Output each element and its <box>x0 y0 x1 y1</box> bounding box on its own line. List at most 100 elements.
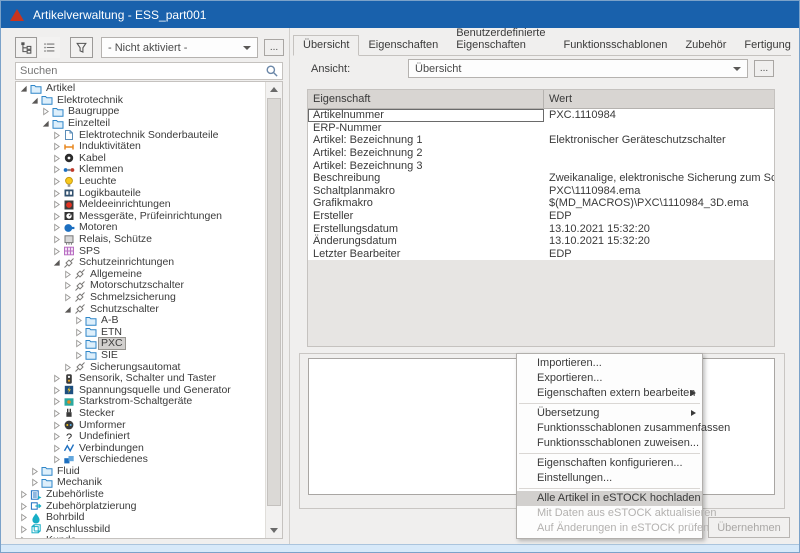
scroll-down-icon[interactable] <box>266 523 282 538</box>
tree-item-motorschutzschalter[interactable]: Motorschutzschalter <box>16 280 265 292</box>
expand-icon[interactable] <box>51 408 62 419</box>
tree-item-zubehörplatzierung[interactable]: Zubehörplatzierung <box>16 500 265 512</box>
table-row[interactable]: Letzter BearbeiterEDP <box>308 248 774 261</box>
expand-icon[interactable] <box>51 443 62 454</box>
property-name-cell[interactable]: Artikel: Bezeichnung 2 <box>308 147 544 160</box>
expand-icon[interactable] <box>51 373 62 384</box>
tree-item-elektrotechnik-sonderbauteile[interactable]: Elektrotechnik Sonderbauteile <box>16 129 265 141</box>
expand-icon[interactable] <box>62 362 73 373</box>
tree-item-undefiniert[interactable]: ?Undefiniert <box>16 431 265 443</box>
tree-item-mechanik[interactable]: Mechanik <box>16 477 265 489</box>
menu-item-eigenschaften-extern-bearbeiten[interactable]: Eigenschaften extern bearbeiten <box>517 386 702 401</box>
tree-item-kunde[interactable]: Kunde <box>16 535 265 538</box>
menu-item-funktionsschablonen-zuweisen[interactable]: Funktionsschablonen zuweisen... <box>517 436 702 451</box>
property-value-cell[interactable]: $(MD_MACROS)\PXC\1110984_3D.ema <box>544 197 774 209</box>
tree-item-sie[interactable]: SIE <box>16 350 265 362</box>
collapse-icon[interactable] <box>51 257 62 268</box>
tree-item-messgeräte-prüfeinrichtungen[interactable]: Messgeräte, Prüfeinrichtungen <box>16 211 265 223</box>
expand-icon[interactable] <box>51 396 62 407</box>
expand-icon[interactable] <box>51 188 62 199</box>
tree-item-stecker[interactable]: Stecker <box>16 408 265 420</box>
collapse-icon[interactable] <box>62 304 73 315</box>
tree-item-relais-schütze[interactable]: Relais, Schütze <box>16 234 265 246</box>
tree-item-sicherungsautomat[interactable]: Sicherungsautomat <box>16 361 265 373</box>
expand-icon[interactable] <box>51 385 62 396</box>
tree-item-anschlussbild[interactable]: Anschlussbild <box>16 524 265 536</box>
expand-icon[interactable] <box>51 234 62 245</box>
tree-view-button[interactable] <box>15 37 37 58</box>
tree-item-logikbauteile[interactable]: Logikbauteile <box>16 187 265 199</box>
property-name-cell[interactable]: Artikelnummer <box>308 109 544 122</box>
tab-eigenschaften[interactable]: Eigenschaften <box>359 36 447 55</box>
tree-item-klemmen[interactable]: Klemmen <box>16 164 265 176</box>
tree-item-motoren[interactable]: Motoren <box>16 222 265 234</box>
tree-scrollbar[interactable] <box>265 82 282 538</box>
property-name-cell[interactable]: Ersteller <box>308 210 544 223</box>
property-name-cell[interactable]: Schaltplanmakro <box>308 185 544 198</box>
expand-icon[interactable] <box>62 269 73 280</box>
expand-icon[interactable] <box>51 130 62 141</box>
tree-item-sps[interactable]: SPS <box>16 245 265 257</box>
filter-scheme-dropdown[interactable]: - Nicht aktiviert - <box>101 37 258 58</box>
expand-icon[interactable] <box>73 327 84 338</box>
view-dropdown[interactable]: Übersicht <box>408 59 748 78</box>
property-value-cell[interactable]: EDP <box>544 248 774 260</box>
table-row[interactable]: SchaltplanmakroPXC\1110984.ema <box>308 185 774 198</box>
expand-icon[interactable] <box>51 153 62 164</box>
menu-item-alle-artikel-in-estock-hochladen[interactable]: Alle Artikel in eSTOCK hochladen <box>517 491 702 506</box>
tree-item-pxc[interactable]: PXC <box>16 338 265 350</box>
menu-item-übersetzung[interactable]: Übersetzung <box>517 406 702 421</box>
property-name-cell[interactable]: Grafikmakro <box>308 197 544 210</box>
search-input[interactable] <box>16 65 265 77</box>
tree-item-bohrbild[interactable]: Bohrbild <box>16 512 265 524</box>
expand-icon[interactable] <box>51 246 62 257</box>
expand-icon[interactable] <box>29 466 40 477</box>
tab-funktionsschablonen[interactable]: Funktionsschablonen <box>554 36 676 55</box>
menu-item-einstellungen[interactable]: Einstellungen... <box>517 471 702 486</box>
scrollbar-thumb[interactable] <box>267 98 281 506</box>
tree-item-spannungsquelle-und-generator[interactable]: Spannungsquelle und Generator <box>16 384 265 396</box>
tab-zubehör[interactable]: Zubehör <box>676 36 735 55</box>
tab-fertigung[interactable]: Fertigung <box>735 36 799 55</box>
panel-splitter[interactable] <box>289 28 290 545</box>
tree-item-einzelteil[interactable]: Einzelteil <box>16 118 265 130</box>
property-value-cell[interactable]: PXC.1110984 <box>544 109 774 121</box>
search-icon[interactable] <box>265 64 279 78</box>
expand-icon[interactable] <box>51 141 62 152</box>
table-row[interactable]: Artikel: Bezeichnung 2 <box>308 147 774 160</box>
table-row[interactable]: BeschreibungZweikanalige, elektronische … <box>308 172 774 185</box>
tree-item-sensorik-schalter-und-taster[interactable]: Sensorik, Schalter und Taster <box>16 373 265 385</box>
expand-icon[interactable] <box>29 477 40 488</box>
tree-item-allgemeine[interactable]: Allgemeine <box>16 269 265 281</box>
expand-icon[interactable] <box>51 420 62 431</box>
expand-icon[interactable] <box>51 222 62 233</box>
list-view-button[interactable] <box>38 37 60 58</box>
apply-button[interactable]: Übernehmen <box>708 517 790 538</box>
tree-item-artikel[interactable]: Artikel <box>16 83 265 95</box>
collapse-icon[interactable] <box>18 83 29 94</box>
tree-item-zubehörliste[interactable]: Zubehörliste <box>16 489 265 501</box>
expand-icon[interactable] <box>51 454 62 465</box>
column-header-eigenschaft[interactable]: Eigenschaft <box>308 90 544 108</box>
tab-benutzerdefinierte-eigenschaften[interactable]: Benutzerdefinierte Eigenschaften <box>447 24 554 55</box>
expand-icon[interactable] <box>62 280 73 291</box>
property-name-cell[interactable]: Erstellungsdatum <box>308 222 544 235</box>
expand-icon[interactable] <box>51 164 62 175</box>
menu-item-funktionsschablonen-zusammenfassen[interactable]: Funktionsschablonen zusammenfassen <box>517 421 702 436</box>
expand-icon[interactable] <box>73 350 84 361</box>
collapse-icon[interactable] <box>40 118 51 129</box>
tree-item-starkstrom-schaltgeräte[interactable]: Starkstrom-Schaltgeräte <box>16 396 265 408</box>
tree-item-a-b[interactable]: A-B <box>16 315 265 327</box>
table-row[interactable]: ERP-Nummer <box>308 122 774 135</box>
expand-icon[interactable] <box>18 535 29 538</box>
tree-item-schmelzsicherung[interactable]: Schmelzsicherung <box>16 292 265 304</box>
tree-item-kabel[interactable]: Kabel <box>16 153 265 165</box>
filter-more-button[interactable]: ... <box>264 39 284 56</box>
expand-icon[interactable] <box>40 106 51 117</box>
tree-item-induktivitäten[interactable]: Induktivitäten <box>16 141 265 153</box>
property-name-cell[interactable]: Artikel: Bezeichnung 1 <box>308 134 544 147</box>
menu-item-exportieren[interactable]: Exportieren... <box>517 371 702 386</box>
tree-item-schutzschalter[interactable]: Schutzschalter <box>16 303 265 315</box>
table-row[interactable]: Erstellungsdatum13.10.2021 15:32:20 <box>308 222 774 235</box>
property-value-cell[interactable]: Zweikanalige, elektronische Sicherung zu… <box>544 172 774 184</box>
